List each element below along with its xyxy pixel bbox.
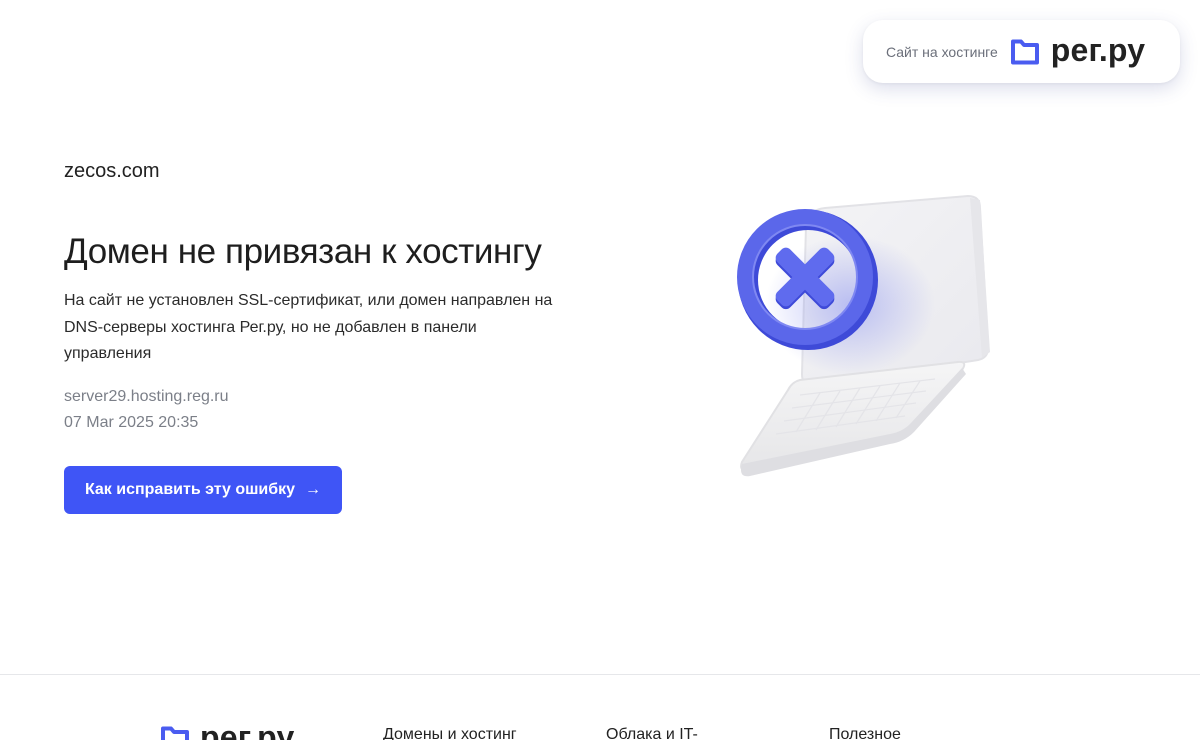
footer-logo[interactable]: рег.ру <box>160 719 295 740</box>
folder-logo-icon <box>1010 39 1039 64</box>
fix-error-button[interactable]: Как исправить эту ошибку → <box>64 466 342 514</box>
regru-logo[interactable]: рег.ру <box>1010 31 1146 68</box>
footer-col-domains[interactable]: Домены и хостинг <box>383 726 517 740</box>
footer-divider <box>0 674 1200 675</box>
page-title: Домен не привязан к хостингу <box>64 232 542 271</box>
logo-text: рег.ру <box>1050 31 1146 68</box>
footer-col-cloud[interactable]: Облака и IT- <box>606 726 698 740</box>
hosting-badge[interactable]: Сайт на хостинге рег.ру <box>863 20 1180 83</box>
timestamp: 07 Mar 2025 20:35 <box>64 414 199 431</box>
page: Сайт на хостинге рег.ру zecos.com Домен … <box>0 0 1200 740</box>
laptop-error-illustration <box>737 194 990 477</box>
arrow-right-icon: → <box>305 481 322 498</box>
fix-error-button-label: Как исправить эту ошибку <box>84 481 296 498</box>
server-name: server29.hosting.reg.ru <box>64 388 229 405</box>
server-meta: server29.hosting.reg.ru 07 Mar 2025 20:3… <box>64 384 229 436</box>
error-description: На сайт не установлен SSL-сертификат, ил… <box>64 292 553 362</box>
folder-logo-icon <box>161 726 189 740</box>
domain-name: zecos.com <box>64 160 160 182</box>
footer-logo-text: рег.ру <box>200 719 295 740</box>
footer-col-useful[interactable]: Полезное <box>829 726 901 740</box>
badge-text: Сайт на хостинге <box>886 43 998 60</box>
